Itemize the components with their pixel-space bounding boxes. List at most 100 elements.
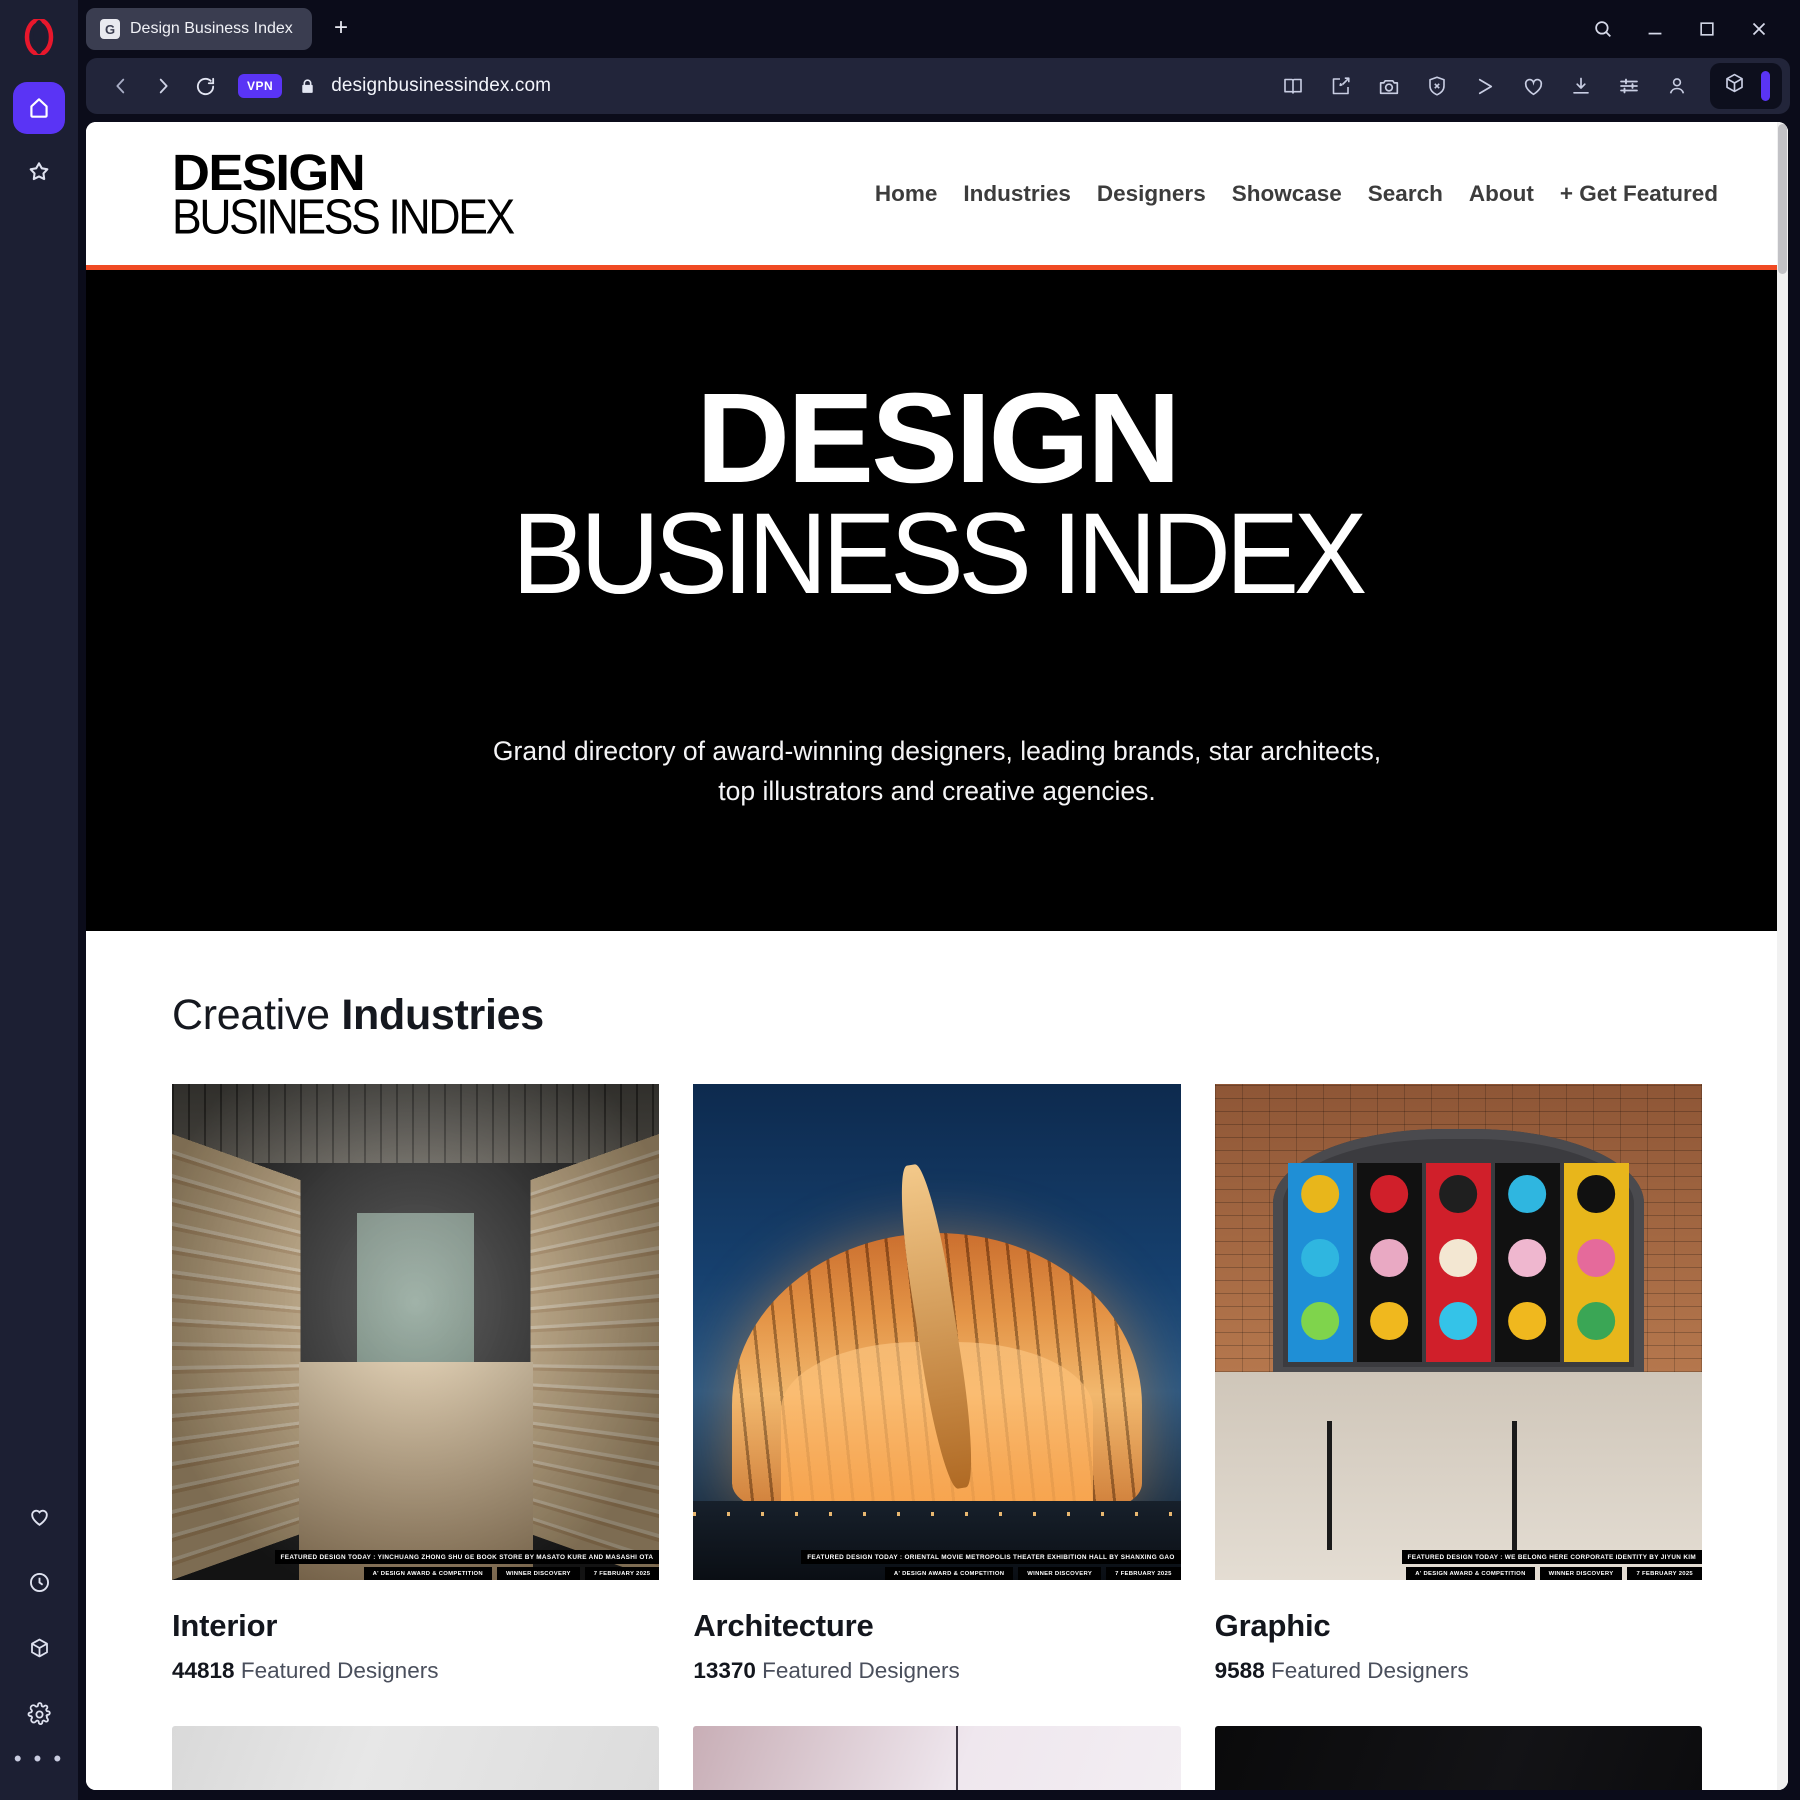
forward-arrow-icon[interactable] bbox=[144, 67, 182, 105]
theater-exhibition-hall-photo bbox=[693, 1084, 1181, 1581]
industry-card-count: 9588 bbox=[1214, 1658, 1265, 1684]
site-logo[interactable]: DESIGN BUSINESS INDEX bbox=[172, 148, 515, 242]
caption-chip-date: 7 FEBRUARY 2025 bbox=[1106, 1567, 1181, 1581]
sidebar-item-settings[interactable] bbox=[13, 1688, 65, 1740]
library-bookstore-photo bbox=[172, 1084, 660, 1581]
industry-card-meta: 44818 Featured Designers bbox=[172, 1658, 659, 1684]
industry-card-image[interactable]: FEATURED DESIGN TODAY : ORIENTAL MOVIE M… bbox=[693, 1084, 1181, 1581]
new-tab-button[interactable]: + bbox=[322, 10, 360, 48]
sidebar-item-more[interactable]: • • • bbox=[14, 1748, 64, 1778]
page-viewport: DESIGN BUSINESS INDEX Home Industries De… bbox=[86, 122, 1788, 1790]
send-share-icon[interactable] bbox=[1472, 73, 1498, 99]
hero-title-line1: DESIGN bbox=[695, 367, 1181, 510]
address-bar: VPN designbusinessindex.com bbox=[86, 58, 1790, 114]
extensions-group bbox=[1710, 63, 1782, 109]
hero-subtitle: Grand directory of award-winning designe… bbox=[492, 735, 1382, 806]
maximize-icon[interactable] bbox=[1694, 16, 1720, 42]
heart-icon[interactable] bbox=[1520, 73, 1546, 99]
sidebar-item-extensions[interactable] bbox=[13, 1622, 65, 1674]
caption-chip-date: 7 FEBRUARY 2025 bbox=[584, 1567, 660, 1581]
tab-strip: G Design Business Index + bbox=[78, 0, 1800, 58]
caption-chip-status: WINNER DISCOVERY bbox=[496, 1567, 580, 1581]
ad-blocker-shield-icon[interactable] bbox=[1424, 73, 1450, 99]
browser-tab[interactable]: G Design Business Index bbox=[86, 8, 312, 50]
caption-chip-award: A' DESIGN AWARD & COMPETITION bbox=[1406, 1567, 1535, 1581]
profile-icon[interactable] bbox=[1664, 73, 1690, 99]
industry-card-meta-suffix: Featured Designers bbox=[762, 1658, 960, 1684]
section-title-light: Creative bbox=[172, 991, 330, 1040]
section-title: Creative Industries bbox=[172, 991, 1702, 1040]
image-caption-overlay: FEATURED DESIGN TODAY : ORIENTAL MOVIE M… bbox=[693, 1550, 1181, 1581]
industry-card-count: 44818 bbox=[172, 1658, 235, 1684]
address-bar-icons bbox=[1280, 73, 1696, 99]
snapshot-camera-icon[interactable] bbox=[1376, 73, 1402, 99]
industry-card-meta: 9588 Featured Designers bbox=[1215, 1658, 1702, 1684]
industry-card-meta: 13370 Featured Designers bbox=[693, 1658, 1180, 1684]
nav-item-get-featured[interactable]: + Get Featured bbox=[1560, 181, 1718, 207]
vpn-badge[interactable]: VPN bbox=[238, 74, 283, 98]
industries-section: Creative Industries FEATURED DESIGN TODA… bbox=[86, 931, 1788, 1790]
sidebar-toggle-handle[interactable] bbox=[1761, 71, 1770, 101]
back-arrow-icon[interactable] bbox=[102, 67, 140, 105]
site-logo-line2: BUSINESS INDEX bbox=[172, 189, 515, 245]
sidebar-item-bookmarks[interactable] bbox=[13, 146, 65, 198]
hero-title-line2: BUSINESS INDEX bbox=[512, 488, 1367, 618]
poster-wall-identity-photo bbox=[1214, 1084, 1702, 1581]
nav-item-industries[interactable]: Industries bbox=[963, 181, 1071, 207]
download-icon[interactable] bbox=[1568, 73, 1594, 99]
industry-card-image[interactable]: FEATURED DESIGN TODAY : WE BELONG HERE C… bbox=[1214, 1084, 1702, 1581]
site-nav: Home Industries Designers Showcase Searc… bbox=[875, 181, 1718, 207]
window-controls bbox=[1590, 16, 1790, 42]
nav-item-home[interactable]: Home bbox=[875, 181, 938, 207]
section-title-bold: Industries bbox=[341, 991, 544, 1040]
industries-grid: FEATURED DESIGN TODAY : YINCHUANG ZHONG … bbox=[172, 1084, 1702, 1684]
industry-card-image[interactable] bbox=[1214, 1726, 1702, 1790]
minimize-icon[interactable] bbox=[1642, 16, 1668, 42]
caption-chip-award: A' DESIGN AWARD & COMPETITION bbox=[363, 1567, 492, 1581]
sidebar-item-favorites[interactable] bbox=[13, 1490, 65, 1542]
industry-card[interactable]: FEATURED DESIGN TODAY : ORIENTAL MOVIE M… bbox=[693, 1084, 1181, 1684]
hero-section: DESIGN BUSINESS INDEX Grand directory of… bbox=[86, 270, 1788, 932]
industry-card-meta-suffix: Featured Designers bbox=[240, 1658, 439, 1684]
nav-item-designers[interactable]: Designers bbox=[1097, 181, 1206, 207]
page-scrollbar[interactable] bbox=[1777, 122, 1788, 1790]
nav-item-about[interactable]: About bbox=[1469, 181, 1534, 207]
nav-item-showcase[interactable]: Showcase bbox=[1232, 181, 1342, 207]
pin-edit-icon[interactable] bbox=[1328, 73, 1354, 99]
industry-card-count: 13370 bbox=[693, 1658, 756, 1684]
caption-chip-status: WINNER DISCOVERY bbox=[1018, 1567, 1102, 1581]
industry-card[interactable]: FEATURED DESIGN TODAY : WE BELONG HERE C… bbox=[1214, 1084, 1702, 1684]
caption-chip-date: 7 FEBRUARY 2025 bbox=[1627, 1567, 1702, 1581]
browser-sidebar: • • • bbox=[0, 0, 78, 1800]
search-icon[interactable] bbox=[1590, 16, 1616, 42]
reload-icon[interactable] bbox=[186, 67, 224, 105]
opera-logo-icon[interactable] bbox=[16, 14, 62, 60]
industry-card-image[interactable]: FEATURED DESIGN TODAY : YINCHUANG ZHONG … bbox=[172, 1084, 660, 1581]
easy-setup-sliders-icon[interactable] bbox=[1616, 73, 1642, 99]
tab-title: Design Business Index bbox=[130, 20, 293, 37]
industry-card-image[interactable] bbox=[172, 1726, 660, 1790]
image-caption-text: FEATURED DESIGN TODAY : YINCHUANG ZHONG … bbox=[274, 1550, 660, 1565]
reader-book-icon[interactable] bbox=[1280, 73, 1306, 99]
sidebar-item-home[interactable] bbox=[13, 82, 65, 134]
nav-item-search[interactable]: Search bbox=[1368, 181, 1443, 207]
industry-card-title: Graphic bbox=[1214, 1608, 1331, 1644]
site-header: DESIGN BUSINESS INDEX Home Industries De… bbox=[86, 122, 1788, 270]
scrollbar-thumb[interactable] bbox=[1778, 124, 1787, 274]
image-caption-overlay: FEATURED DESIGN TODAY : WE BELONG HERE C… bbox=[1215, 1550, 1702, 1581]
extensions-cube-icon[interactable] bbox=[1722, 71, 1747, 101]
caption-chip-status: WINNER DISCOVERY bbox=[1539, 1567, 1623, 1581]
industry-card-title: Interior bbox=[172, 1608, 278, 1644]
image-caption-text: FEATURED DESIGN TODAY : WE BELONG HERE C… bbox=[1401, 1550, 1702, 1565]
browser-window: • • • G Design Business Index + VPN desi… bbox=[0, 0, 1800, 1800]
close-icon[interactable] bbox=[1746, 16, 1772, 42]
industry-card-image[interactable] bbox=[693, 1726, 1181, 1790]
industries-grid-next-row bbox=[172, 1726, 1702, 1790]
industry-card-meta-suffix: Featured Designers bbox=[1270, 1658, 1469, 1684]
lock-icon[interactable] bbox=[298, 77, 317, 96]
browser-main-area: G Design Business Index + VPN designbusi… bbox=[78, 0, 1800, 1800]
url-text[interactable]: designbusinessindex.com bbox=[331, 75, 551, 97]
caption-chip-award: A' DESIGN AWARD & COMPETITION bbox=[884, 1567, 1014, 1581]
industry-card[interactable]: FEATURED DESIGN TODAY : YINCHUANG ZHONG … bbox=[172, 1084, 660, 1684]
sidebar-item-history[interactable] bbox=[13, 1556, 65, 1608]
